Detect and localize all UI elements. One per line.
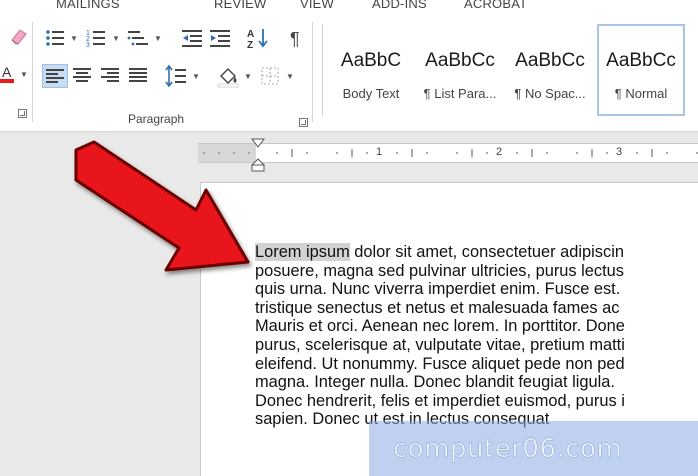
group-divider: [32, 22, 33, 122]
increase-indent-button[interactable]: [208, 26, 234, 50]
ruler-number: 1: [376, 146, 383, 158]
line-spacing-button[interactable]: [164, 64, 190, 88]
clear-formatting-button[interactable]: [6, 24, 32, 48]
chevron-down-icon[interactable]: ▼: [192, 72, 200, 81]
style-list-paragraph[interactable]: AaBbCc ¶ List Para...: [415, 24, 505, 116]
style-name: Body Text: [342, 86, 400, 101]
style-sample: AaBbCc: [515, 50, 585, 71]
watermark-text: computer06.com: [393, 434, 623, 464]
chevron-down-icon[interactable]: ▼: [70, 34, 78, 43]
align-left-icon: [46, 69, 64, 83]
font-dialog-launcher[interactable]: [18, 109, 27, 118]
chevron-down-icon[interactable]: ▼: [154, 34, 162, 43]
show-hide-marks-button[interactable]: ¶: [286, 26, 312, 50]
multilevel-list-icon: [127, 31, 148, 46]
chevron-down-icon[interactable]: ▼: [286, 72, 294, 81]
paragraph-group-label: Paragraph: [128, 112, 185, 126]
increase-indent-icon: [210, 30, 230, 47]
svg-text:3: 3: [86, 42, 90, 49]
numbered-list-icon: 1 2 3: [86, 30, 105, 49]
align-left-button[interactable]: [42, 64, 68, 88]
tab-add-ins[interactable]: ADD-INS: [372, 0, 427, 11]
tab-view[interactable]: VIEW: [300, 0, 334, 11]
align-center-button[interactable]: [70, 64, 96, 88]
line-spacing-icon: [165, 64, 186, 88]
text-line: Donec hendrerit, felis et imperdiet euis…: [255, 391, 625, 410]
borders-icon: [261, 67, 279, 85]
style-name: ¶ List Para...: [423, 86, 497, 101]
style-sample: AaBbCc: [606, 50, 676, 71]
tab-review[interactable]: REVIEW: [214, 0, 266, 11]
style-no-spacing[interactable]: AaBbCc ¶ No Spac...: [505, 24, 595, 116]
borders-button[interactable]: [258, 64, 284, 88]
text-line: eleifend. Ut nonummy. Fusce aliquet pede…: [255, 354, 625, 373]
text-line: Mauris et orci. Aenean nec lorem. In por…: [255, 317, 625, 336]
svg-text:¶: ¶: [290, 29, 300, 49]
bullet-list-icon: [46, 30, 64, 46]
tab-mailings[interactable]: MAILINGS: [56, 0, 120, 11]
text-line: purus, scelerisque at, vulputate vitae, …: [255, 335, 625, 354]
chevron-down-icon[interactable]: ▼: [244, 72, 252, 81]
style-name: ¶ No Spac...: [514, 86, 586, 101]
style-body-text[interactable]: AaBbC Body Text: [327, 24, 415, 116]
group-divider: [312, 22, 313, 122]
multilevel-list-button[interactable]: [126, 26, 152, 50]
text-line: magna. Integer nulla. Donec blandit feug…: [255, 373, 615, 392]
justify-icon: [129, 68, 147, 82]
paragraph-dialog-launcher[interactable]: [299, 118, 308, 127]
paint-bucket-icon: [217, 68, 239, 88]
styles-gallery: AaBbC Body Text AaBbCc ¶ List Para... Aa…: [322, 24, 698, 116]
text-line: quis urna. Nunc viverra imperdiet enim. …: [255, 280, 621, 299]
ribbon: MAILINGS REVIEW VIEW ADD-INS ACROBAT A ▼…: [0, 0, 698, 132]
text-line: Lorem ipsum dolor sit amet, consectetuer…: [255, 243, 698, 262]
svg-text:A: A: [2, 64, 12, 80]
align-center-icon: [73, 68, 91, 82]
align-right-button[interactable]: [98, 64, 124, 88]
shading-button[interactable]: [216, 64, 242, 88]
sort-az-icon: A Z: [247, 29, 268, 50]
document-body[interactable]: Lorem ipsum dolor sit amet, consectetuer…: [255, 243, 698, 429]
text-line: posuere, magna sed pulvinar ultricies, p…: [255, 261, 624, 280]
align-right-icon: [101, 68, 119, 82]
pilcrow-icon: ¶: [290, 29, 300, 49]
ruler-number: 3: [616, 146, 623, 158]
decrease-indent-icon: [182, 30, 202, 47]
sort-button[interactable]: A Z: [246, 26, 272, 50]
tab-acrobat[interactable]: ACROBAT: [464, 0, 527, 11]
ruler-number: 2: [496, 146, 503, 158]
justify-button[interactable]: [126, 64, 152, 88]
text-line: tristique senectus et netus et malesuada…: [255, 298, 620, 317]
numbering-button[interactable]: 1 2 3: [84, 26, 110, 50]
style-normal[interactable]: AaBbCc ¶ Normal: [597, 24, 685, 116]
chevron-down-icon[interactable]: ▼: [112, 34, 120, 43]
style-sample: AaBbCc: [425, 50, 495, 71]
eraser-icon: [11, 29, 27, 45]
chevron-down-icon[interactable]: ▼: [20, 70, 28, 79]
decrease-indent-button[interactable]: [180, 26, 206, 50]
line-text: dolor sit amet, consectetuer adipiscin: [349, 243, 624, 261]
svg-text:Z: Z: [247, 40, 253, 50]
style-sample: AaBbC: [340, 50, 402, 71]
red-arrow-icon: [74, 140, 250, 272]
style-name: ¶ Normal: [614, 86, 668, 101]
bullets-button[interactable]: [42, 26, 68, 50]
svg-text:A: A: [247, 29, 254, 40]
